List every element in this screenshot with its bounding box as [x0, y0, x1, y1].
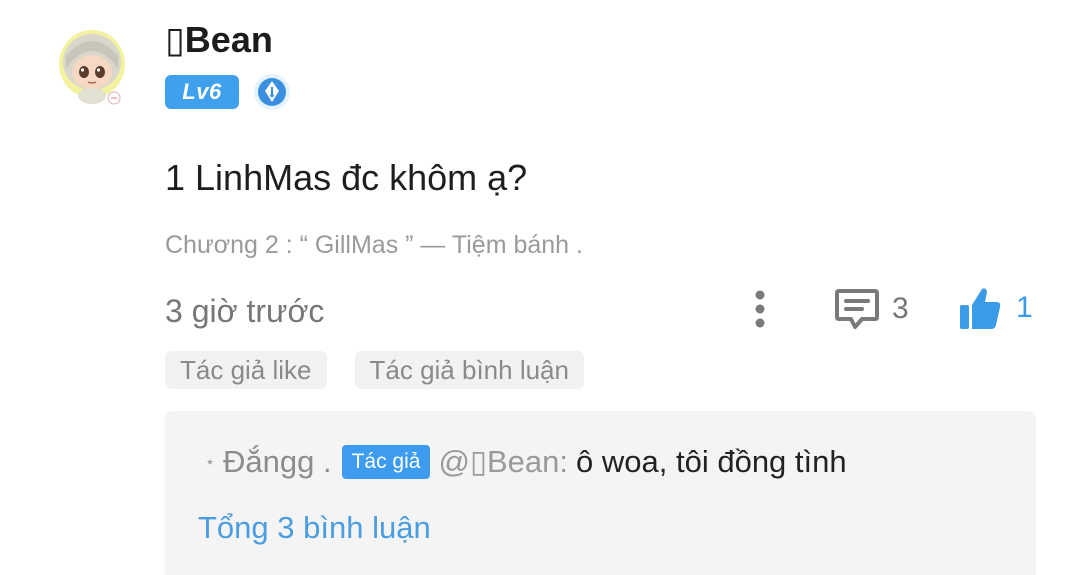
badge-row: Lv6	[165, 74, 291, 110]
more-vertical-icon	[755, 290, 765, 328]
reply-button[interactable]: 3	[834, 284, 909, 334]
tag-author-liked: Tác giả like	[165, 351, 327, 389]
comment-bubble-icon	[835, 289, 879, 329]
reply-count: 3	[892, 292, 909, 325]
level-badge: Lv6	[165, 75, 239, 109]
reply-separator: :	[559, 444, 569, 479]
like-button[interactable]: 1	[958, 282, 1033, 334]
chibi-avatar-icon	[59, 30, 125, 105]
reply-preview-item[interactable]: ⋆ Đắngg . Tác giả @▯Bean : ô woa, tôi đồ…	[205, 441, 847, 483]
avatar[interactable]	[58, 28, 128, 106]
mention[interactable]: @▯Bean	[438, 444, 559, 480]
comment-tags: Tác giả like Tác giả bình luận	[165, 351, 584, 389]
author-tag: Tác giả	[341, 445, 431, 479]
view-all-replies-link[interactable]: Tổng 3 bình luận	[198, 507, 431, 549]
comment-text: 1 LinhMas đc khôm ạ?	[165, 157, 528, 198]
reply-content: ô woa, tôi đồng tình	[576, 444, 847, 479]
thumbs-up-icon	[960, 288, 1001, 329]
replier-name[interactable]: Đắngg .	[223, 444, 332, 480]
more-button[interactable]	[745, 286, 775, 332]
pen-nib-badge-icon	[254, 74, 290, 110]
chapter-reference[interactable]: Chương 2 : “ GillMas ” — Tiệm bánh .	[165, 228, 583, 262]
comment-timestamp: 3 giờ trước	[165, 293, 325, 329]
reply-preview-box[interactable]: ⋆ Đắngg . Tác giả @▯Bean : ô woa, tôi đồ…	[165, 411, 1036, 575]
like-count: 1	[1016, 291, 1033, 324]
star-icon: ⋆	[205, 454, 216, 471]
tag-author-commented: Tác giả bình luận	[354, 351, 584, 389]
username[interactable]: ▯Bean	[165, 18, 273, 62]
